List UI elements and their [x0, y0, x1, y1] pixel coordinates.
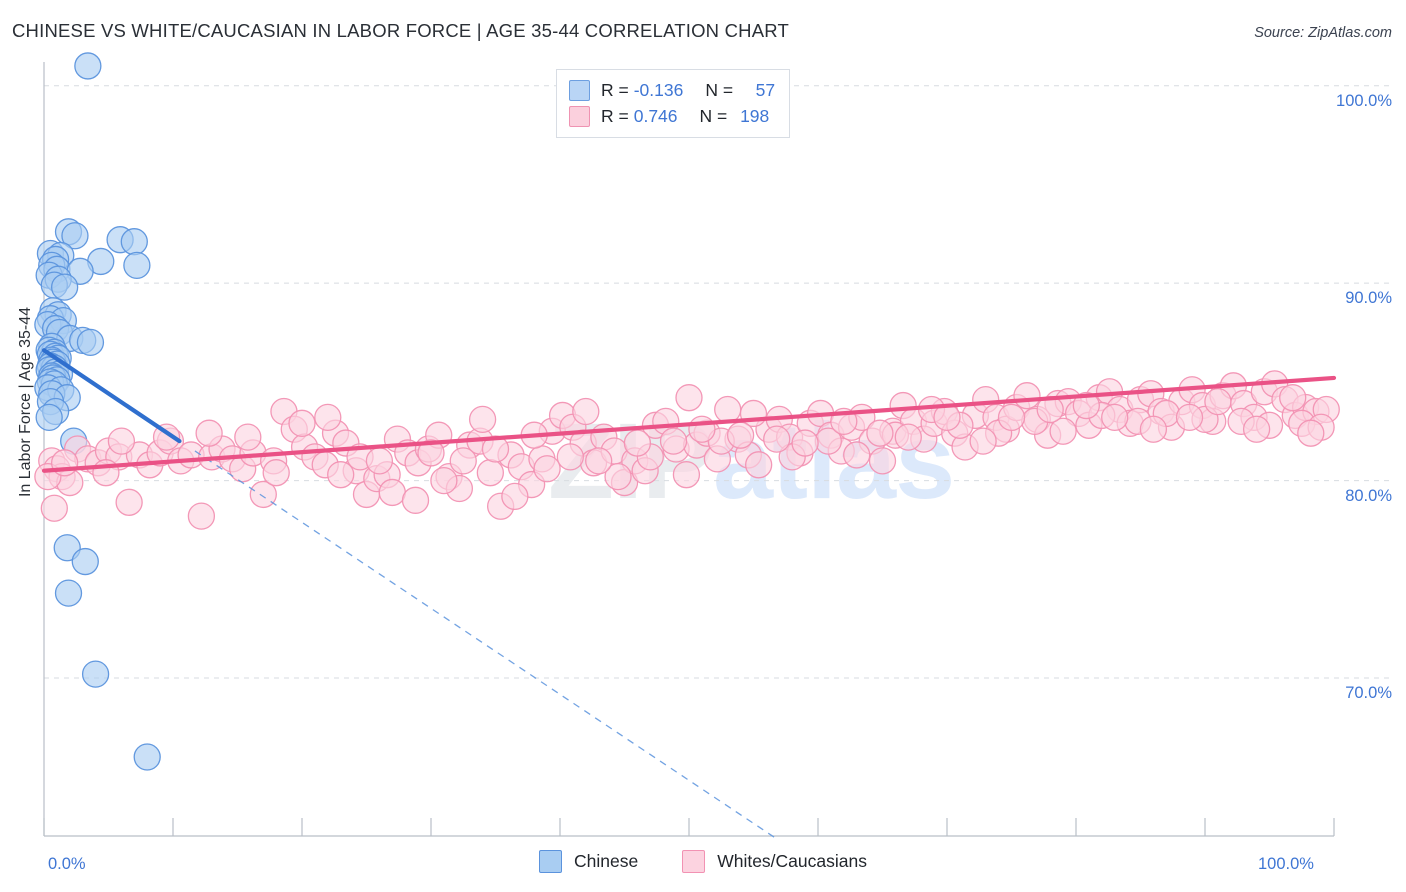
correlation-chart-page: CHINESE VS WHITE/CAUCASIAN IN LABOR FORC…: [0, 0, 1406, 892]
r-label-chinese: R =: [601, 79, 629, 100]
r-value-chinese: -0.136: [633, 79, 684, 100]
legend-label-whites: Whites/Caucasians: [717, 851, 867, 871]
legend-item-chinese[interactable]: Chinese: [538, 850, 639, 873]
legend-item-whites[interactable]: Whites/Caucasians: [682, 850, 867, 873]
stats-row-whites: R = 0.746 N = 198: [569, 103, 775, 129]
y-tick-label-0: 100.0%: [1336, 91, 1392, 110]
n-label-whites: N =: [699, 105, 728, 126]
legend-swatch-chinese: [538, 850, 562, 873]
correlation-stats-legend: R = -0.136 N = 57 R = 0.746 N = 198: [556, 69, 791, 138]
r-value-whites: 0.746: [633, 105, 678, 126]
legend-swatch-whites: [682, 850, 706, 873]
r-label-whites: R =: [601, 105, 629, 126]
legend-label-chinese: Chinese: [573, 851, 639, 871]
series-legend: Chinese Whites/Caucasians: [0, 850, 1406, 873]
y-axis-title: In Labor Force | Age 35-44: [17, 306, 34, 498]
chinese-color-swatch: [569, 79, 590, 101]
n-label-chinese: N =: [705, 79, 734, 100]
n-value-whites: 198: [740, 105, 770, 126]
y-tick-label-1: 90.0%: [1345, 289, 1392, 308]
y-tick-label-3: 70.0%: [1345, 684, 1392, 703]
whites-color-swatch: [569, 105, 590, 127]
y-tick-label-2: 80.0%: [1345, 486, 1392, 505]
stats-row-chinese: R = -0.136 N = 57: [569, 77, 775, 103]
n-value-chinese: 57: [755, 79, 776, 100]
